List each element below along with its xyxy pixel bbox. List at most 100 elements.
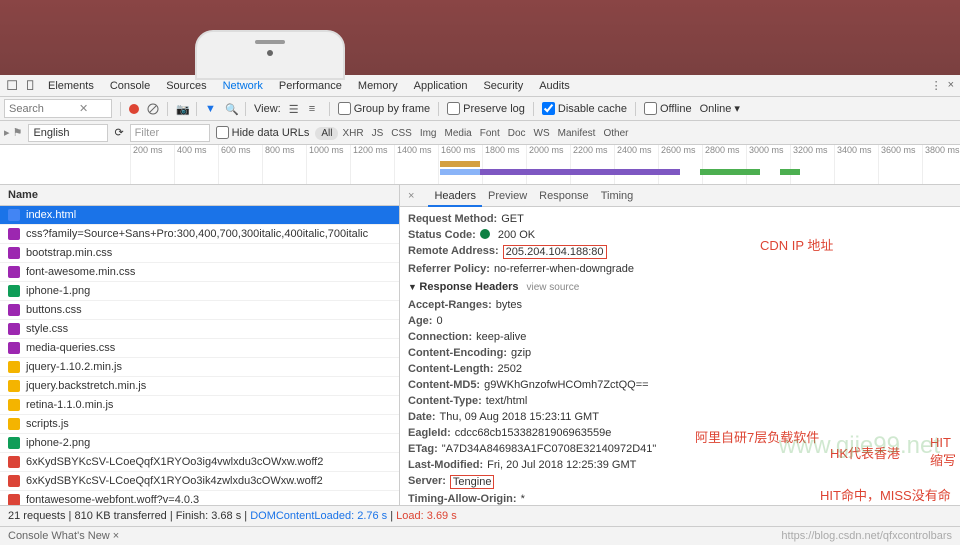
status-bar: 21 requests | 810 KB transferred | Finis…: [0, 505, 960, 526]
request-row[interactable]: media-queries.css: [0, 339, 399, 358]
large-rows-icon[interactable]: ☰: [289, 103, 301, 115]
file-type-icon: [8, 342, 20, 354]
filter-js[interactable]: JS: [368, 127, 388, 140]
filter-toolbar: ▸ ⚑ English ⟳ Filter Hide data URLs AllX…: [0, 121, 960, 145]
disable-cache-checkbox[interactable]: Disable cache: [542, 102, 627, 115]
view-source-link[interactable]: view source: [526, 282, 579, 293]
main-panel: Name index.html css?family=Source+Sans+Pr…: [0, 185, 960, 505]
file-type-icon: [8, 228, 20, 240]
response-header-row: Content-Encoding:gzip: [408, 345, 952, 361]
request-row[interactable]: style.css: [0, 320, 399, 339]
file-type-icon: [8, 380, 20, 392]
devtools-tabs: ElementsConsoleSourcesNetworkPerformance…: [0, 75, 960, 97]
response-headers-section[interactable]: Response Headersview source: [408, 277, 952, 297]
tab-console[interactable]: Console: [102, 76, 158, 96]
filter-other[interactable]: Other: [599, 127, 632, 140]
request-row[interactable]: fontawesome-webfont.woff?v=4.0.3: [0, 491, 399, 505]
timeline-tick: 2000 ms: [526, 145, 564, 184]
device-icon[interactable]: [24, 79, 38, 93]
detail-tabs: × HeadersPreviewResponseTiming: [400, 185, 960, 207]
filter-font[interactable]: Font: [476, 127, 504, 140]
tab-application[interactable]: Application: [406, 76, 476, 96]
request-name: iphone-2.png: [26, 437, 90, 449]
hide-data-urls-checkbox[interactable]: Hide data URLs: [216, 126, 310, 139]
request-row[interactable]: bootstrap.min.css: [0, 244, 399, 263]
filter-ws[interactable]: WS: [530, 127, 554, 140]
filter-all[interactable]: All: [315, 127, 338, 140]
filter-input[interactable]: Filter: [130, 124, 210, 142]
request-row[interactable]: iphone-1.png: [0, 282, 399, 301]
filter-manifest[interactable]: Manifest: [554, 127, 600, 140]
timeline-tick: 600 ms: [218, 145, 251, 184]
detail-tab-headers[interactable]: Headers: [428, 187, 482, 207]
filter-xhr[interactable]: XHR: [338, 127, 367, 140]
request-name: scripts.js: [26, 418, 69, 430]
camera-icon[interactable]: 📷: [176, 103, 188, 115]
request-name: css?family=Source+Sans+Pro:300,400,700,3…: [26, 228, 368, 240]
request-row[interactable]: 6xKydSBYKcSV-LCoeQqfX1RYOo3ik4zwlxdu3cOW…: [0, 472, 399, 491]
record-button[interactable]: [129, 104, 139, 114]
request-row[interactable]: index.html: [0, 206, 399, 225]
file-type-icon: [8, 323, 20, 335]
detail-tab-preview[interactable]: Preview: [482, 187, 533, 205]
close-detail-icon[interactable]: ×: [404, 190, 418, 202]
request-row[interactable]: css?family=Source+Sans+Pro:300,400,700,3…: [0, 225, 399, 244]
tab-audits[interactable]: Audits: [531, 76, 578, 96]
inspect-icon[interactable]: [6, 79, 20, 93]
search-icon[interactable]: 🔍: [225, 103, 237, 115]
drawer-tabs[interactable]: Console What's New × https://blog.csdn.n…: [0, 526, 960, 545]
annotation-hk: HK代表香港: [830, 443, 900, 462]
annotation-hit-miss: HIT命中，MISS没有命中: [820, 485, 960, 505]
request-row[interactable]: 6xKydSBYKcSV-LCoeQqfX1RYOo3ig4vwlxdu3cOW…: [0, 453, 399, 472]
tab-memory[interactable]: Memory: [350, 76, 406, 96]
offline-checkbox[interactable]: Offline: [644, 102, 692, 115]
filter-icon[interactable]: ▼: [205, 103, 217, 115]
timeline-tick: 3000 ms: [746, 145, 784, 184]
response-header-row: Date:Thu, 09 Aug 2018 15:23:11 GMT: [408, 409, 952, 425]
detail-tab-response[interactable]: Response: [533, 187, 595, 205]
clear-icon[interactable]: ✕: [79, 102, 88, 115]
close-devtools-icon[interactable]: ×: [948, 79, 954, 92]
timeline-tick: 3800 ms: [922, 145, 960, 184]
request-row[interactable]: jquery-1.10.2.min.js: [0, 358, 399, 377]
settings-icon[interactable]: ⋮: [931, 79, 942, 92]
annotation-server: 阿里自研7层负载软件: [695, 427, 819, 446]
file-type-icon: [8, 247, 20, 259]
language-dropdown[interactable]: English: [28, 124, 108, 142]
small-rows-icon[interactable]: ≡: [309, 103, 321, 115]
search-box[interactable]: ✕: [4, 99, 112, 118]
search-input[interactable]: [9, 103, 79, 115]
file-type-icon: [8, 304, 20, 316]
view-label: View:: [254, 103, 281, 115]
filter-media[interactable]: Media: [440, 127, 475, 140]
request-row[interactable]: font-awesome.min.css: [0, 263, 399, 282]
response-header-row: Accept-Ranges:bytes: [408, 297, 952, 313]
timeline-tick: 1000 ms: [306, 145, 344, 184]
request-name: index.html: [26, 209, 76, 221]
request-name: 6xKydSBYKcSV-LCoeQqfX1RYOo3ik4zwlxdu3cOW…: [26, 475, 323, 487]
request-row[interactable]: iphone-2.png: [0, 434, 399, 453]
filter-img[interactable]: Img: [416, 127, 441, 140]
preserve-log-checkbox[interactable]: Preserve log: [447, 102, 525, 115]
group-by-frame-checkbox[interactable]: Group by frame: [338, 102, 430, 115]
file-type-icon: [8, 266, 20, 278]
timeline-overview[interactable]: 200 ms400 ms600 ms800 ms1000 ms1200 ms14…: [0, 145, 960, 185]
request-row[interactable]: jquery.backstretch.min.js: [0, 377, 399, 396]
filter-css[interactable]: CSS: [387, 127, 416, 140]
detail-tab-timing[interactable]: Timing: [595, 187, 640, 205]
timeline-tick: 2600 ms: [658, 145, 696, 184]
online-dropdown[interactable]: Online ▾: [700, 102, 740, 115]
timeline-tick: 400 ms: [174, 145, 207, 184]
filter-doc[interactable]: Doc: [504, 127, 530, 140]
request-row[interactable]: scripts.js: [0, 415, 399, 434]
annotation-hit-abbr: HIT缩写: [930, 435, 960, 469]
timeline-tick: 3400 ms: [834, 145, 872, 184]
request-row[interactable]: buttons.css: [0, 301, 399, 320]
tab-elements[interactable]: Elements: [40, 76, 102, 96]
request-row[interactable]: retina-1.1.0.min.js: [0, 396, 399, 415]
refresh-icon[interactable]: ⟳: [114, 126, 123, 139]
name-column-header[interactable]: Name: [0, 185, 399, 206]
tab-security[interactable]: Security: [475, 76, 531, 96]
clear-icon[interactable]: [147, 103, 159, 115]
response-header-row: EagleId:cdcc68cb15338281906963559e: [408, 425, 952, 441]
